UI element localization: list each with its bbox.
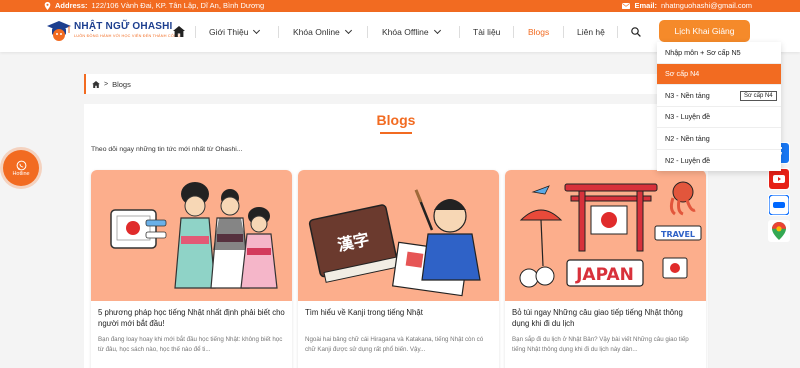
chevron-down-icon [433, 26, 441, 35]
location-icon [44, 1, 51, 10]
nav-divider [278, 26, 279, 38]
tooltip: Sơ cấp N4 [740, 91, 777, 101]
nav-khoa-offline[interactable]: Khóa Offline [382, 12, 441, 52]
nav-label: Khóa Online [293, 27, 340, 37]
card-title[interactable]: 5 phương pháp học tiếng Nhật nhất định p… [98, 307, 288, 329]
blog-card[interactable]: 漢字 Tìm hiểu về Kanji trong tiếng Nhật Ng… [298, 170, 499, 368]
nav-label: Liên hệ [577, 27, 605, 37]
top-bar: Address: 122/106 Vành Đai, KP. Tân Lập, … [0, 0, 800, 12]
nav-label: Tài liệu [473, 27, 501, 37]
nav-khoa-online[interactable]: Khóa Online [293, 12, 352, 52]
home-icon[interactable] [92, 80, 100, 88]
nav-divider [195, 26, 196, 38]
blog-card[interactable]: 5 phương pháp học tiếng Nhật nhất định p… [91, 170, 292, 368]
logo-tagline: LUÔN ĐỒNG HÀNH VỚI HỌC VIÊN ĐẾN THÀNH CÔ… [74, 34, 181, 38]
dropdown-item[interactable]: N3 - Luyện đề [657, 107, 781, 128]
title-underline [380, 132, 412, 134]
home-icon[interactable] [173, 26, 185, 37]
email-text[interactable]: nhatnguohashi@gmail.com [661, 1, 752, 10]
card-image-kanji[interactable]: 漢字 [298, 170, 499, 301]
chevron-down-icon [344, 26, 352, 35]
nav-divider [563, 26, 564, 38]
card-title[interactable]: Bỏ túi ngay Những câu giao tiếp tiếng Nh… [512, 307, 702, 329]
nav-lien-he[interactable]: Liên hệ [577, 12, 605, 52]
chevron-right-icon: > [104, 80, 109, 88]
card-excerpt: Bạn sắp đi du lịch ở Nhật Bản? Vậy bài v… [512, 336, 689, 353]
blog-card[interactable]: JAPAN TRAVEL Bỏ túi ngay Những câu giao … [505, 170, 706, 368]
card-image-kimono-kids[interactable] [91, 170, 292, 301]
logo-mark [47, 21, 71, 41]
search-icon[interactable] [631, 27, 641, 37]
address-text: 122/106 Vành Đai, KP. Tân Lập, Dĩ An, Bì… [91, 1, 265, 10]
email-label: Email: [634, 1, 657, 10]
breadcrumb-current: Blogs [112, 79, 131, 89]
dropdown-item-active[interactable]: Sơ cấp N4 [657, 63, 781, 85]
hotline-label: Hotline [12, 170, 30, 177]
travel-tag-text: TRAVEL [661, 230, 695, 239]
nav-label: Giới Thiệu [209, 27, 249, 37]
nav-label: Blogs [528, 27, 550, 37]
maps-link[interactable] [768, 220, 790, 242]
schedule-button[interactable]: Lịch Khai Giảng [659, 20, 750, 42]
breadcrumb: > Blogs [84, 74, 708, 94]
card-excerpt: Ngoài hai bảng chữ cái Hiragana và Katak… [305, 336, 484, 353]
nav-gioi-thieu[interactable]: Giới Thiệu [209, 12, 261, 52]
address: Address: 122/106 Vành Đai, KP. Tân Lập, … [44, 1, 264, 10]
page-title: Blogs [376, 112, 416, 128]
youtube-link[interactable] [768, 168, 790, 190]
youtube-icon [769, 169, 789, 189]
maps-icon [772, 222, 786, 240]
blog-cards: 5 phương pháp học tiếng Nhật nhất định p… [91, 170, 706, 368]
mail-icon [622, 2, 631, 9]
illustration-kanji: 漢字 [308, 189, 481, 297]
dropdown-item[interactable]: N2 - Luyện đề [657, 150, 781, 172]
japan-text: JAPAN [575, 265, 634, 285]
dropdown-item[interactable]: Nhập môn + Sơ cấp N5 [657, 42, 781, 64]
zalo-icon [769, 195, 789, 215]
nav-tai-lieu[interactable]: Tài liệu [473, 12, 500, 52]
dropdown-item[interactable]: N2 - Nền tảng [657, 128, 781, 150]
nav-label: Khóa Offline [382, 27, 429, 37]
logo[interactable]: NHẬT NGỮ OHASHI LUÔN ĐỒNG HÀNH VỚI HỌC V… [46, 18, 180, 46]
card-excerpt: Bạn đang loay hoay khi mới bắt đầu học t… [98, 336, 283, 353]
chevron-down-icon [253, 26, 261, 35]
address-label: Address: [55, 1, 88, 10]
illustration-kimono [110, 182, 278, 289]
schedule-dropdown: Nhập môn + Sơ cấp N5 Sơ cấp N4 N3 - Nền … [657, 42, 781, 171]
hotline-button[interactable]: Hotline [3, 150, 39, 186]
card-image-japan-travel[interactable]: JAPAN TRAVEL [505, 170, 706, 301]
nav-divider [617, 26, 618, 38]
illustration-japan: JAPAN TRAVEL [519, 181, 702, 288]
blog-section: Blogs Theo dõi ngay những tin tức mới nh… [84, 104, 708, 368]
card-title[interactable]: Tìm hiểu về Kanji trong tiếng Nhật [305, 307, 495, 318]
whatsapp-icon [16, 160, 26, 170]
intro-text: Theo dõi ngay những tin tức mới nhất từ … [91, 146, 243, 153]
logo-name: NHẬT NGỮ OHASHI [74, 21, 173, 32]
nav-blogs[interactable]: Blogs [528, 12, 549, 52]
nav-divider [459, 26, 460, 38]
nav-divider [513, 26, 514, 38]
email[interactable]: Email: nhatnguohashi@gmail.com [622, 1, 752, 10]
nav-divider [367, 26, 368, 38]
zalo-link[interactable] [768, 194, 790, 216]
